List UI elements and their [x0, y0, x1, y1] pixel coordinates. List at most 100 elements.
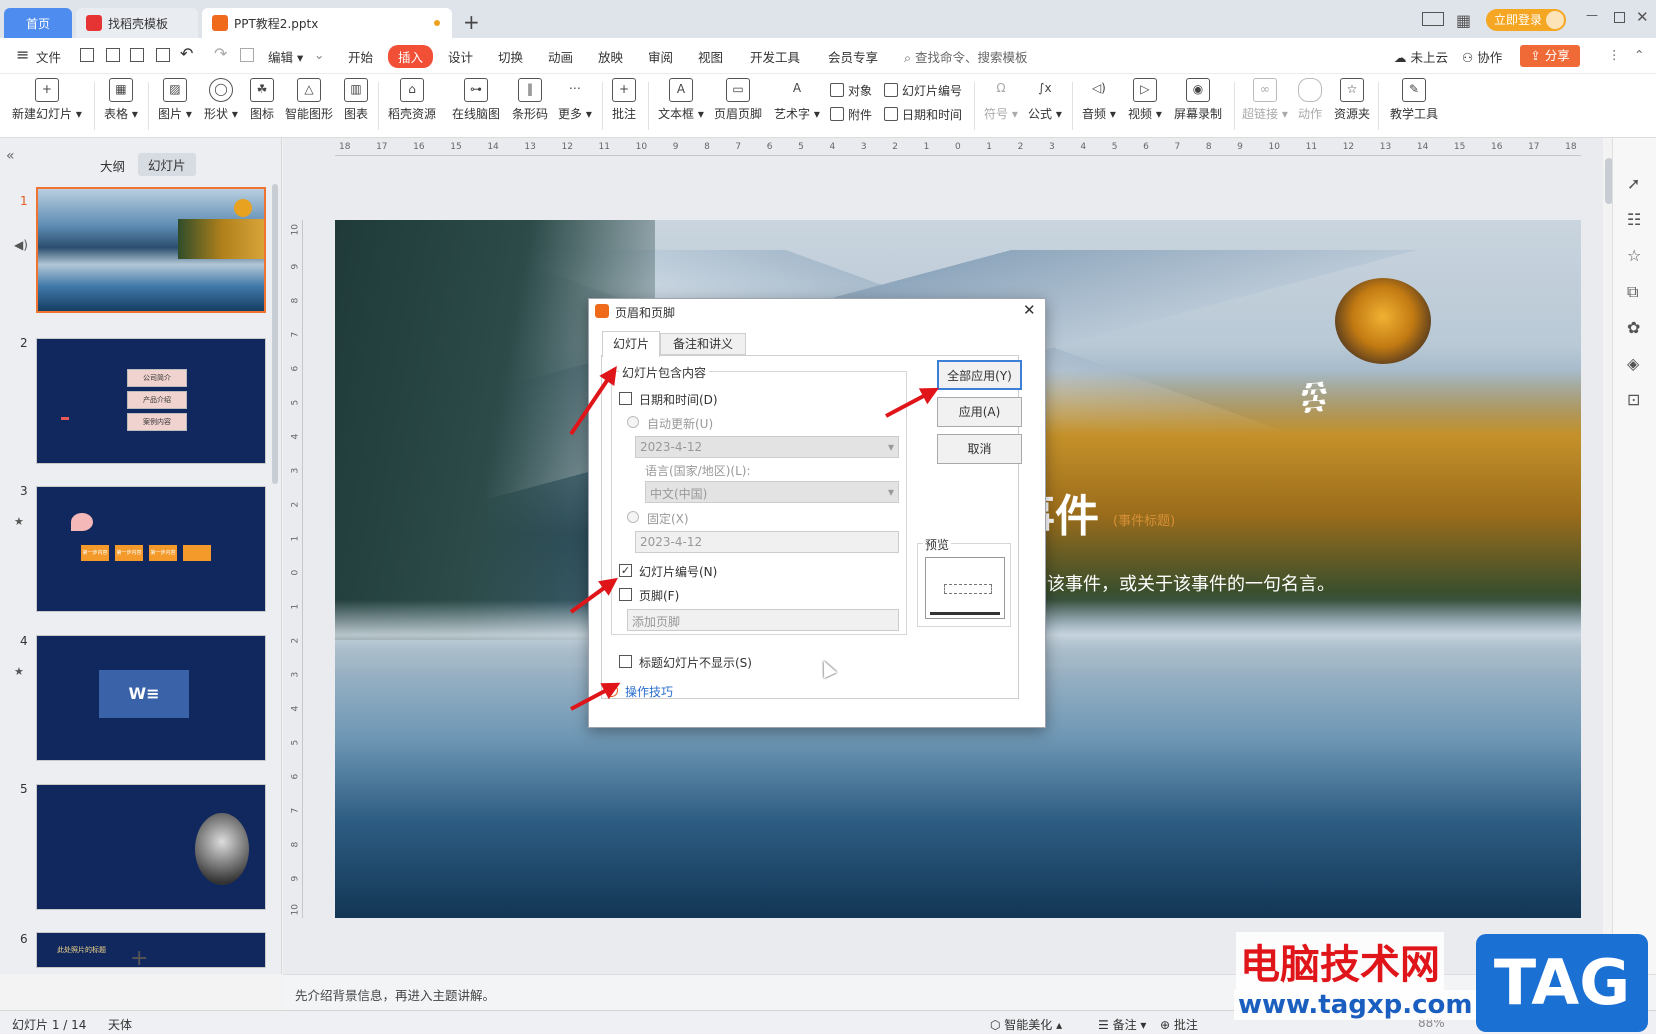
collapse-panel-icon[interactable]: «: [6, 148, 15, 164]
auto-date-select[interactable]: 2023-4-12 ▾: [635, 436, 899, 458]
tips-link[interactable]: 操作技巧: [625, 683, 673, 700]
footer-checkbox[interactable]: [619, 588, 632, 601]
fixed-radio[interactable]: [627, 511, 639, 523]
export-icon[interactable]: [106, 48, 120, 62]
textbox-button[interactable]: A 文本框 ▾: [658, 78, 704, 122]
slide-thumbnail-4[interactable]: W≡: [36, 635, 266, 761]
wordart-button[interactable]: A 艺术字 ▾: [774, 78, 820, 122]
slide-thumbnail-3[interactable]: 第一步内容 第一步内容 第一步内容: [36, 486, 266, 612]
undo-icon[interactable]: ↶: [180, 44, 193, 63]
menu-slideshow[interactable]: 放映: [598, 47, 623, 66]
shape-button[interactable]: ◯ 形状 ▾: [204, 78, 238, 122]
action-button[interactable]: 动作: [1298, 78, 1322, 122]
print-icon[interactable]: [130, 48, 144, 62]
tab-slide[interactable]: 幻灯片: [602, 331, 660, 357]
dialog-close-icon[interactable]: ✕: [1023, 301, 1036, 319]
menu-member[interactable]: 会员专享: [828, 47, 878, 66]
menu-design[interactable]: 设计: [448, 47, 473, 66]
slide-thumbnail-6[interactable]: 此处照片的标题: [36, 932, 266, 968]
tab-daoke-templates[interactable]: 找稻壳模板: [76, 8, 198, 38]
settings-sliders-icon[interactable]: ☷: [1627, 210, 1641, 229]
close-window-icon[interactable]: ✕: [1636, 8, 1649, 26]
smartart-button[interactable]: △ 智能图形: [285, 78, 333, 122]
screen-record-button[interactable]: ◉ 屏幕录制: [1174, 78, 1222, 122]
apply-all-button[interactable]: 全部应用(Y): [937, 360, 1022, 390]
location-icon[interactable]: ◈: [1627, 354, 1639, 373]
beautify-icon[interactable]: ✿: [1627, 318, 1640, 337]
comment-toggle-button[interactable]: ⊕ 批注: [1160, 1016, 1198, 1033]
chart-button[interactable]: ▥ 图表: [344, 78, 368, 122]
menu-developer[interactable]: 开发工具: [750, 47, 800, 66]
preview-icon[interactable]: [156, 48, 170, 62]
outline-tab[interactable]: 大纲: [100, 156, 125, 175]
apps-grid-icon[interactable]: ▦: [1456, 11, 1471, 30]
add-slide-button[interactable]: +: [130, 946, 148, 971]
save-icon[interactable]: [80, 48, 94, 62]
transition-icon[interactable]: ⧉: [1627, 282, 1638, 302]
rocket-icon[interactable]: ➚: [1627, 174, 1640, 193]
menu-home[interactable]: 开始: [348, 47, 373, 66]
collapse-ribbon-icon[interactable]: ⌃: [1634, 47, 1644, 62]
picture-button[interactable]: ▨ 图片 ▾: [158, 78, 192, 122]
formula-button[interactable]: ∫x 公式 ▾: [1028, 78, 1062, 122]
more-options-icon[interactable]: ⋮: [1608, 47, 1621, 62]
slide-number-button[interactable]: 幻灯片编号: [884, 82, 962, 99]
collab-button[interactable]: ⚇ 协作: [1462, 47, 1502, 66]
new-tab-icon[interactable]: +: [463, 10, 480, 34]
format-painter-icon[interactable]: [240, 48, 254, 62]
icon-button[interactable]: ☘ 图标: [250, 78, 274, 122]
maximize-icon[interactable]: [1614, 12, 1625, 23]
hamburger-icon[interactable]: ≡: [16, 45, 29, 64]
menu-review[interactable]: 审阅: [648, 47, 673, 66]
daoke-resource-button[interactable]: ⌂ 稻壳资源: [388, 78, 436, 122]
command-search[interactable]: ⌕ 查找命令、搜索模板: [904, 47, 1028, 66]
hyperlink-button[interactable]: ∞ 超链接 ▾: [1242, 78, 1288, 122]
tab-document[interactable]: PPT教程2.pptx: [202, 8, 452, 38]
notes-toggle-button[interactable]: ☰ 备注 ▾: [1098, 1016, 1146, 1033]
teaching-tools-button[interactable]: ✎ 教学工具: [1390, 78, 1438, 122]
fixed-date-input[interactable]: 2023-4-12: [635, 531, 899, 553]
menu-file[interactable]: 文件: [36, 47, 61, 66]
video-button[interactable]: ▷ 视频 ▾: [1128, 78, 1162, 122]
share-button[interactable]: ⇪ 分享: [1520, 45, 1580, 67]
footer-input[interactable]: 添加页脚: [627, 609, 899, 631]
more-button[interactable]: ⋯ 更多 ▾: [558, 78, 592, 122]
window-layout-icon[interactable]: [1422, 12, 1444, 26]
header-footer-button[interactable]: ▭ 页眉页脚: [714, 78, 762, 122]
cloud-status[interactable]: ☁ 未上云: [1394, 47, 1448, 66]
new-slide-button[interactable]: + 新建幻灯片 ▾: [12, 78, 82, 122]
mindmap-button[interactable]: ⊶ 在线脑图: [452, 78, 500, 122]
tab-notes-handouts[interactable]: 备注和讲义: [660, 333, 746, 355]
smart-beautify-button[interactable]: ⬡ 智能美化 ▴: [990, 1016, 1062, 1033]
menu-insert[interactable]: 插入: [388, 45, 434, 68]
star-animation-icon[interactable]: ☆: [1627, 246, 1641, 265]
slides-tab[interactable]: 幻灯片: [138, 153, 196, 176]
table-button[interactable]: ▦ 表格 ▾: [104, 78, 138, 122]
apply-button[interactable]: 应用(A): [937, 397, 1022, 427]
hide-on-title-checkbox[interactable]: [619, 655, 632, 668]
attachment-button[interactable]: 附件: [830, 106, 872, 123]
cancel-button[interactable]: 取消: [937, 434, 1022, 464]
menu-transition[interactable]: 切换: [498, 47, 523, 66]
redo-icon[interactable]: ↷: [214, 44, 227, 63]
datetime-checkbox[interactable]: [619, 392, 632, 405]
minimize-icon[interactable]: —: [1586, 8, 1598, 22]
object-button[interactable]: 对象: [830, 82, 872, 99]
auto-update-radio[interactable]: [627, 416, 639, 428]
menu-edit[interactable]: 编辑 ▾: [268, 47, 303, 66]
menu-view[interactable]: 视图: [698, 47, 723, 66]
login-button[interactable]: 立即登录: [1486, 9, 1566, 31]
audio-button[interactable]: ◁) 音频 ▾: [1082, 78, 1116, 122]
tab-home[interactable]: 首页: [4, 8, 72, 38]
resource-folder-button[interactable]: ☆ 资源夹: [1334, 78, 1370, 122]
symbol-button[interactable]: Ω 符号 ▾: [984, 78, 1018, 122]
comment-button[interactable]: + 批注: [612, 78, 636, 122]
panel-scrollbar[interactable]: [272, 184, 278, 484]
book-icon[interactable]: ⊡: [1627, 390, 1640, 409]
datetime-button[interactable]: 日期和时间: [884, 106, 962, 123]
more-menu-icon[interactable]: ⌄: [314, 47, 324, 62]
slide-thumbnail-5[interactable]: [36, 784, 266, 910]
slide-number-checkbox[interactable]: ✓: [619, 564, 632, 577]
slide-thumbnail-2[interactable]: 公司简介 产品介绍 案例内容: [36, 338, 266, 464]
slide-thumbnail-1[interactable]: [36, 187, 266, 313]
